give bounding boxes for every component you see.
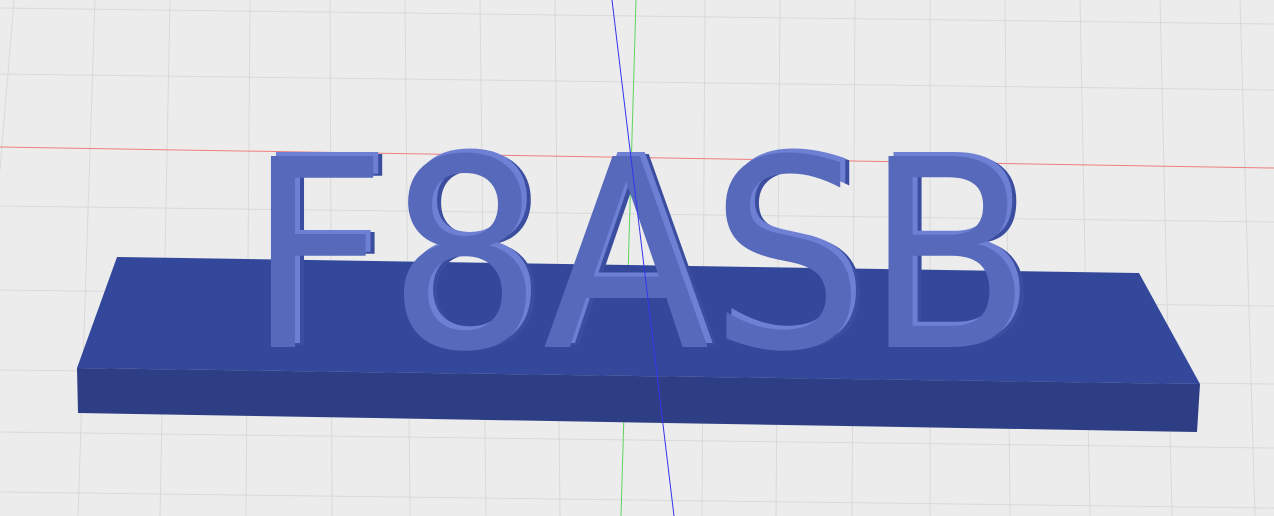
scene-canvas[interactable]: F8ASB F8ASB F8ASB [0, 0, 1274, 516]
letter-front-faces: F8ASB [247, 104, 1032, 409]
extruded-text-model[interactable]: F8ASB F8ASB F8ASB [247, 100, 1041, 409]
3d-viewport[interactable]: F8ASB F8ASB F8ASB [0, 0, 1274, 516]
